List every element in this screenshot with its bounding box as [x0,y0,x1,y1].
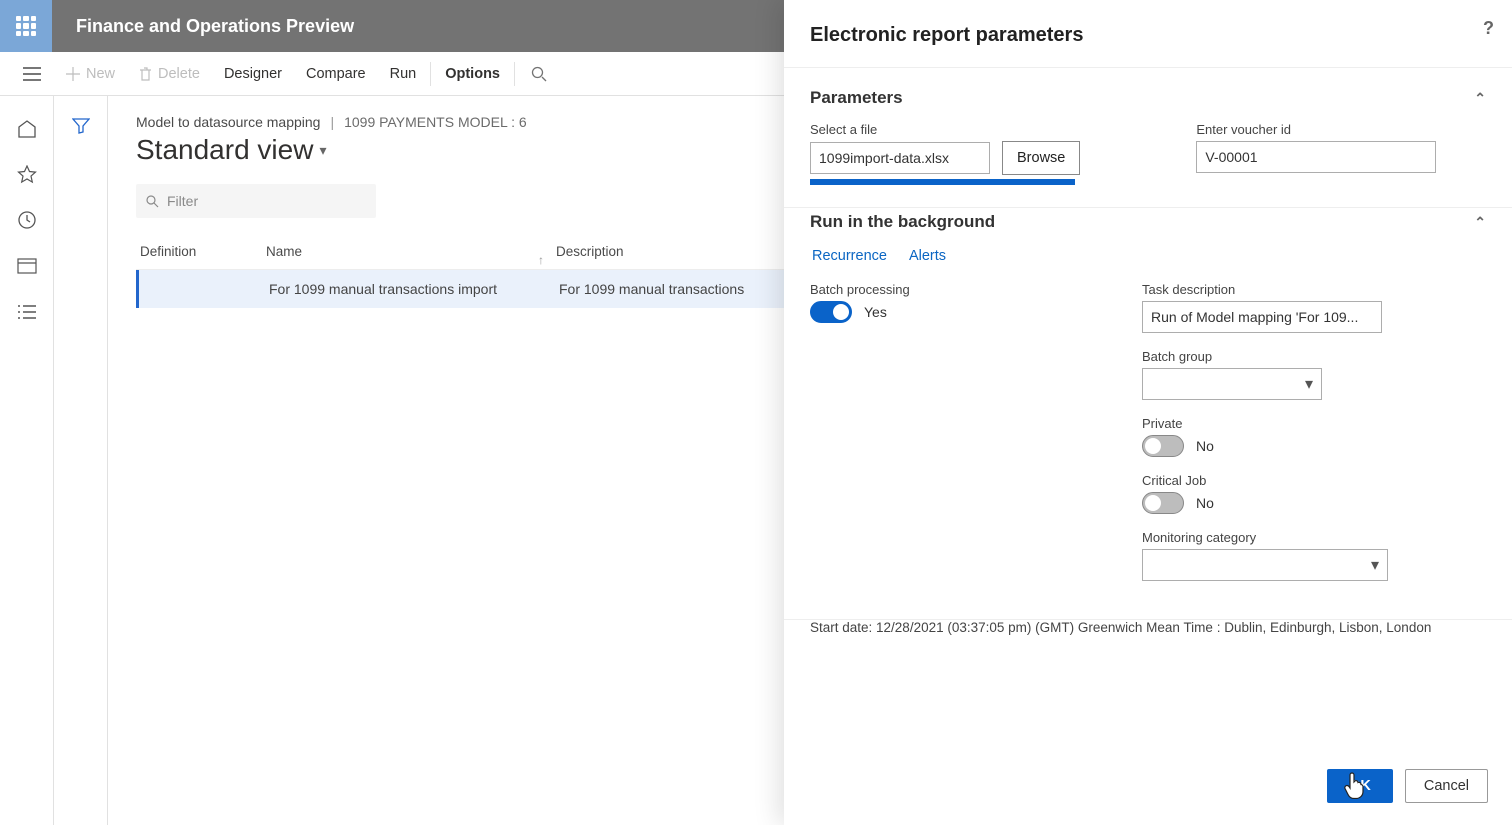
private-value: No [1196,438,1214,454]
delete-label: Delete [158,66,200,82]
new-button[interactable]: New [54,52,127,96]
list-icon [17,305,37,319]
chevron-down-icon: ▾ [1305,374,1313,394]
quick-filter-input[interactable]: Filter [136,184,376,218]
sort-ascending-icon: ↑ [538,253,544,267]
new-label: New [86,66,115,82]
app-launcher-button[interactable] [0,0,52,52]
voucher-input[interactable] [1196,141,1436,173]
compare-button[interactable]: Compare [294,52,378,96]
filter-pane-button[interactable] [72,118,90,825]
search-icon [146,195,159,208]
left-nav-rail [0,96,54,825]
recent-nav[interactable] [17,210,37,230]
start-date-text: Start date: 12/28/2021 (03:37:05 pm) (GM… [784,620,1512,651]
flyout-body: Parameters ⌃ Select a file Browse Enter … [784,68,1512,753]
crumb-separator: | [330,114,334,130]
search-button[interactable] [517,66,561,82]
crumb-item: 1099 PAYMENTS MODEL : 6 [344,114,527,130]
critical-job-toggle[interactable] [1142,492,1184,514]
monitoring-category-label: Monitoring category [1142,530,1486,545]
parameters-section: Parameters ⌃ Select a file Browse Enter … [784,84,1512,208]
home-icon [17,119,37,138]
ok-button[interactable]: OK [1327,769,1393,803]
filter-placeholder: Filter [167,193,198,209]
report-parameters-flyout: Electronic report parameters ? Parameter… [784,0,1512,825]
cell-definition [139,281,269,297]
voucher-field: Enter voucher id [1196,122,1436,185]
private-toggle[interactable] [1142,435,1184,457]
critical-job-label: Critical Job [1142,473,1486,488]
options-button[interactable]: Options [433,52,512,96]
delete-button[interactable]: Delete [127,52,212,96]
chevron-down-icon: ▾ [1371,555,1379,575]
select-file-input[interactable] [810,142,990,174]
background-section-header[interactable]: Run in the background ⌃ [810,208,1486,246]
chevron-up-icon: ⌃ [1474,90,1486,107]
alerts-tab[interactable]: Alerts [907,244,948,268]
home-nav[interactable] [17,118,37,138]
nav-collapse-button[interactable] [10,52,54,96]
batch-group-label: Batch group [1142,349,1486,364]
star-icon [17,165,37,184]
waffle-icon [16,16,36,36]
clock-icon [17,210,37,230]
upload-progress-bar [810,179,1075,185]
select-file-field: Select a file Browse [810,122,1080,185]
trash-icon [139,67,152,81]
select-file-label: Select a file [810,122,1080,137]
background-tabs: Recurrence Alerts [810,244,1486,268]
workspaces-nav[interactable] [17,256,37,276]
private-label: Private [1142,416,1486,431]
modules-nav[interactable] [17,302,37,322]
voucher-label: Enter voucher id [1196,122,1436,137]
flyout-title: Electronic report parameters [810,24,1083,46]
hamburger-icon [23,67,41,81]
batch-processing-value: Yes [864,304,887,320]
search-icon [531,66,547,82]
view-title-text: Standard view [136,134,313,166]
task-description-input[interactable] [1142,301,1382,333]
cell-name: For 1099 manual transactions import [269,281,559,297]
filter-pane-toggle-area [54,96,108,825]
chevron-down-icon: ▾ [319,142,326,159]
col-header-name[interactable]: Name ↑ [266,244,556,259]
workspace-icon [17,258,37,274]
chevron-up-icon: ⌃ [1474,214,1486,231]
task-description-label: Task description [1142,282,1486,297]
crumb-item[interactable]: Model to datasource mapping [136,114,320,130]
favorites-nav[interactable] [17,164,37,184]
cancel-button[interactable]: Cancel [1405,769,1488,803]
divider [514,62,515,86]
divider [430,62,431,86]
help-button[interactable]: ? [1483,18,1494,39]
critical-job-value: No [1196,495,1214,511]
background-section: Run in the background ⌃ Recurrence Alert… [784,208,1512,620]
col-header-definition[interactable]: Definition [136,244,266,259]
designer-button[interactable]: Designer [212,52,294,96]
app-title: Finance and Operations Preview [52,16,354,37]
browse-button[interactable]: Browse [1002,141,1080,175]
flyout-footer: OK Cancel [784,753,1512,825]
batch-group-select[interactable]: ▾ [1142,368,1322,400]
recurrence-tab[interactable]: Recurrence [810,244,889,268]
funnel-icon [72,118,90,134]
run-button[interactable]: Run [378,52,429,96]
plus-icon [66,67,80,81]
parameters-section-header[interactable]: Parameters ⌃ [810,84,1486,122]
batch-processing-toggle[interactable] [810,301,852,323]
flyout-header: Electronic report parameters ? [784,0,1512,68]
batch-processing-label: Batch processing [810,282,1010,297]
monitoring-category-select[interactable]: ▾ [1142,549,1388,581]
